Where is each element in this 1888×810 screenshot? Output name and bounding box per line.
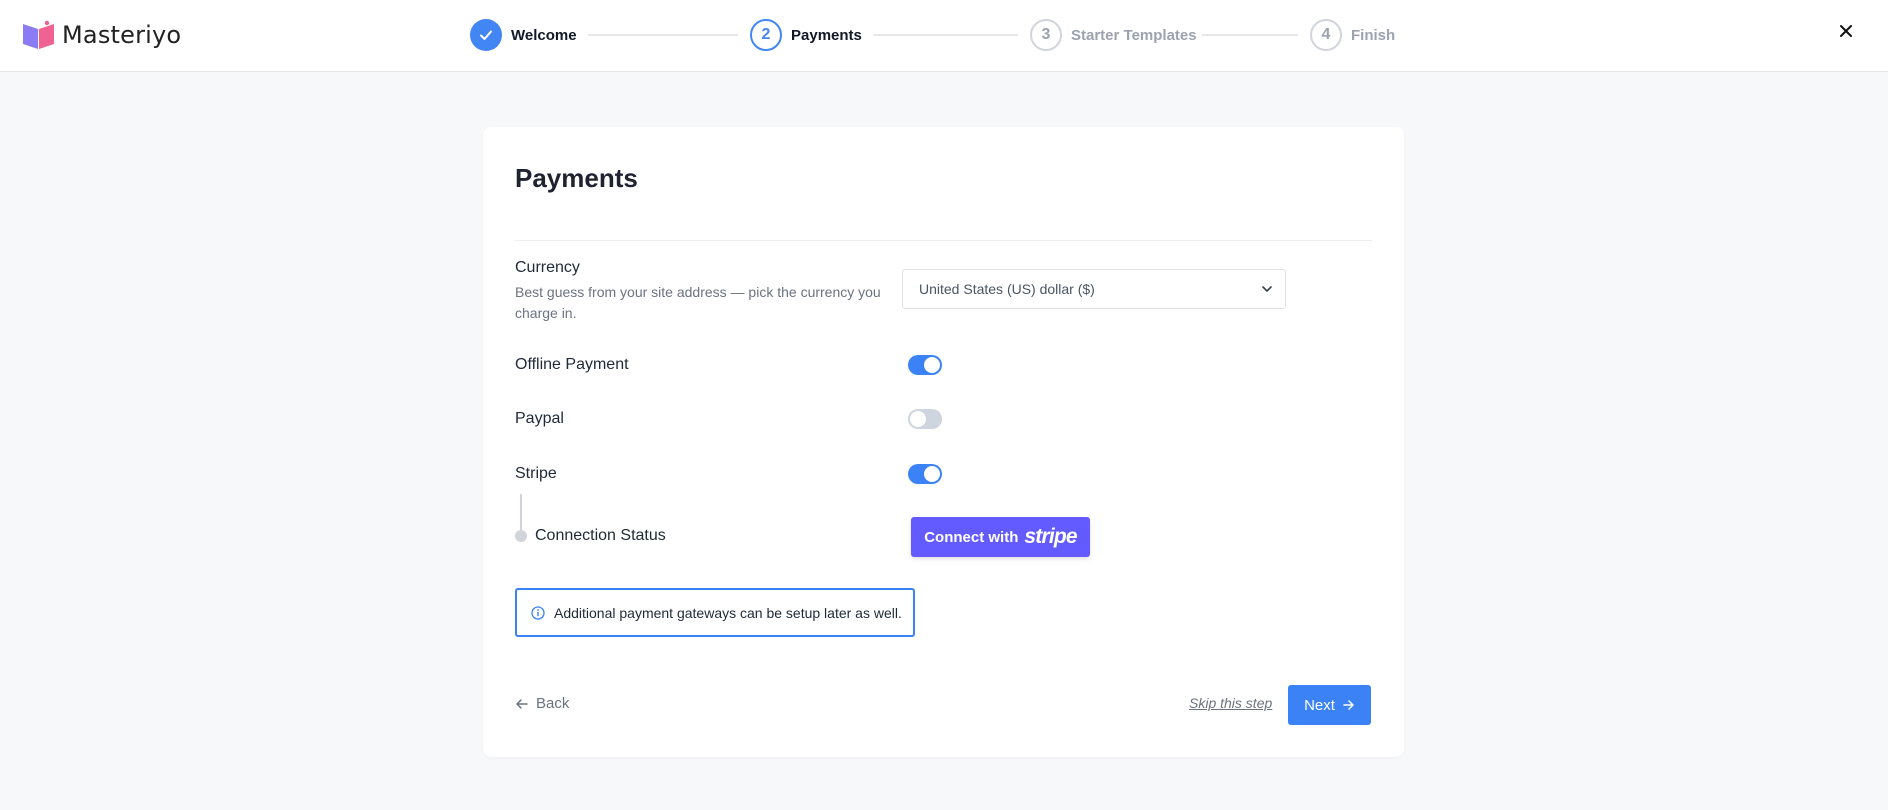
next-label: Next	[1304, 696, 1335, 714]
step-label: Finish	[1351, 26, 1396, 44]
connect-with-stripe-button[interactable]: Connect with stripe	[911, 517, 1090, 557]
next-button[interactable]: Next	[1288, 685, 1371, 725]
currency-selected-value: United States (US) dollar ($)	[919, 281, 1095, 297]
step-number: 3	[1030, 19, 1062, 51]
stripe-label: Stripe	[515, 465, 557, 482]
step-label: Starter Templates	[1071, 26, 1197, 44]
toggle-knob	[910, 411, 926, 427]
close-button[interactable]	[1836, 22, 1856, 42]
logo: Masteriyo	[22, 20, 181, 50]
page-title: Payments	[515, 163, 638, 193]
back-button[interactable]: Back	[515, 695, 569, 712]
step-starter-templates[interactable]: 3 Starter Templates	[1030, 18, 1197, 52]
payments-card: Payments Currency Best guess from your s…	[483, 127, 1404, 757]
currency-label: Currency	[515, 259, 580, 276]
step-label: Welcome	[511, 26, 577, 44]
top-bar: Masteriyo Welcome 2 Payments 3 Starter T…	[0, 0, 1888, 72]
connection-status-label: Connection Status	[535, 527, 666, 544]
info-notice: Additional payment gateways can be setup…	[515, 588, 915, 637]
step-number: 4	[1310, 19, 1342, 51]
step-finish[interactable]: 4 Finish	[1310, 18, 1395, 52]
chevron-down-icon	[1262, 286, 1272, 292]
currency-select[interactable]: United States (US) dollar ($)	[902, 269, 1286, 309]
notice-text: Additional payment gateways can be setup…	[554, 604, 902, 621]
step-connector	[588, 34, 738, 36]
step-number: 2	[750, 19, 782, 51]
close-icon	[1840, 25, 1852, 37]
toggle-knob	[924, 466, 940, 482]
stripe-toggle[interactable]	[908, 464, 942, 484]
stripe-logo: stripe	[1024, 525, 1077, 548]
connect-prefix: Connect with	[924, 528, 1019, 546]
arrow-right-icon	[1343, 700, 1354, 710]
offline-payment-label: Offline Payment	[515, 356, 629, 373]
step-welcome[interactable]: Welcome	[470, 18, 577, 52]
info-icon	[531, 605, 545, 620]
currency-help-text: Best guess from your site address — pick…	[515, 284, 881, 321]
offline-payment-toggle[interactable]	[908, 355, 942, 375]
back-label: Back	[536, 695, 570, 712]
paypal-toggle[interactable]	[908, 409, 942, 429]
step-completed-circle	[470, 19, 502, 51]
skip-step-link[interactable]: Skip this step	[1189, 695, 1272, 711]
divider	[515, 240, 1372, 241]
app-name: Masteriyo	[62, 21, 182, 49]
step-connector	[873, 34, 1018, 36]
connection-tree-line	[520, 494, 522, 532]
arrow-left-icon	[516, 698, 528, 709]
logo-icon	[23, 20, 54, 49]
connection-status-dot	[515, 530, 527, 542]
paypal-label: Paypal	[515, 410, 564, 427]
check-icon	[480, 30, 492, 40]
step-connector	[1202, 34, 1298, 36]
toggle-knob	[924, 357, 940, 373]
step-payments[interactable]: 2 Payments	[750, 18, 862, 52]
step-label: Payments	[791, 26, 862, 44]
